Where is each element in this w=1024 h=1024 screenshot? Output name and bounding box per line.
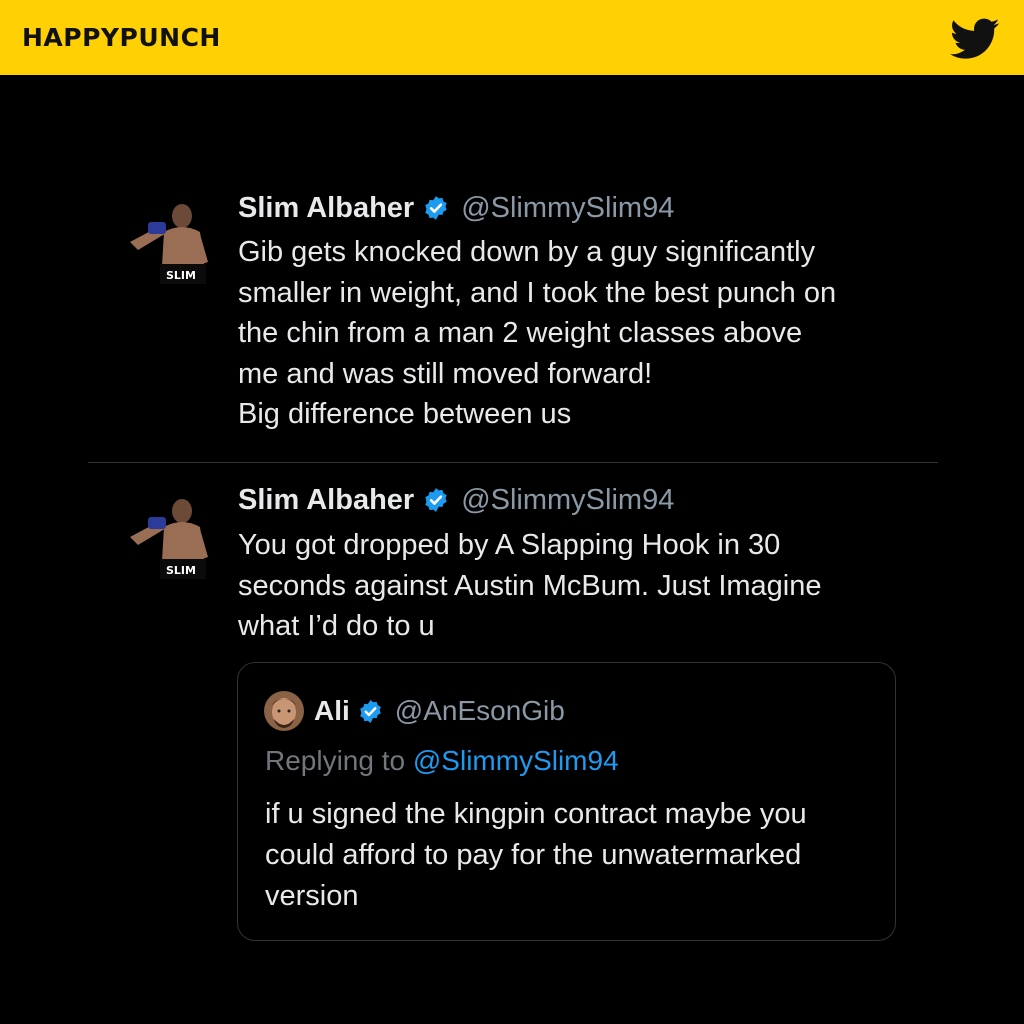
tweet-text: You got dropped by A Slapping Hook in 30… — [238, 525, 918, 647]
tweet-line: You got dropped by A Slapping Hook in 30 — [238, 529, 781, 561]
tweet-text: Gib gets knocked down by a guy significa… — [238, 232, 918, 435]
handle[interactable]: @SlimmySlim94 — [461, 484, 674, 517]
verified-badge-icon — [359, 699, 381, 723]
tweet-line: seconds against Austin McBum. Just Imagi… — [238, 569, 822, 602]
avatar-ali[interactable] — [264, 691, 304, 731]
avatar-slim-1[interactable]: SLIM — [122, 192, 214, 284]
tweet-line: me and was still moved forward! — [238, 357, 653, 390]
quoted-handle[interactable]: @AnEsonGib — [395, 695, 565, 727]
replying-to-link[interactable]: @SlimmySlim94 — [413, 745, 619, 776]
display-name[interactable]: Slim Albaher — [238, 192, 414, 225]
quoted-tweet-card[interactable]: Ali @AnEsonGib Replying to @SlimmySlim94… — [237, 662, 896, 941]
handle[interactable]: @SlimmySlim94 — [461, 192, 674, 225]
quoted-tweet-header: Ali @AnEsonGib — [314, 691, 565, 731]
tweet-line: smaller in weight, and I took the best p… — [238, 276, 837, 309]
quoted-tweet-text: if u signed the kingpin contract maybe y… — [265, 794, 885, 917]
tweet-line: Gib gets knocked down by a guy significa… — [238, 236, 816, 268]
brand-header-bar: HAPPYPUNCH — [0, 0, 1024, 75]
quoted-tweet-line: version — [265, 880, 359, 912]
tweet-line: what I’d do to u — [238, 610, 435, 642]
tweet-line: Big difference between us — [238, 398, 572, 430]
quoted-tweet-line: if u signed the kingpin contract maybe y… — [265, 798, 807, 830]
brand-logo-text: HAPPYPUNCH — [22, 23, 221, 52]
quoted-display-name[interactable]: Ali — [314, 695, 350, 727]
twitter-bird-icon — [950, 18, 1000, 59]
avatar-label: SLIM — [166, 564, 196, 577]
tweet-line: the chin from a man 2 weight classes abo… — [238, 317, 803, 349]
replying-prefix: Replying to — [265, 745, 413, 776]
avatar-label: SLIM — [166, 269, 196, 282]
quoted-tweet-line: could afford to pay for the unwatermarke… — [265, 839, 802, 871]
tweet-header: Slim Albaher @SlimmySlim94 — [238, 188, 674, 228]
verified-badge-icon — [425, 196, 447, 220]
replying-to: Replying to @SlimmySlim94 — [265, 745, 619, 777]
tweet-divider — [88, 462, 938, 463]
page: HAPPYPUNCH SLIM Slim Albaher @SlimmySlim… — [0, 0, 1024, 1024]
display-name[interactable]: Slim Albaher — [238, 484, 414, 517]
verified-badge-icon — [425, 488, 447, 512]
tweet-header: Slim Albaher @SlimmySlim94 — [238, 480, 674, 520]
avatar-slim-2[interactable]: SLIM — [122, 487, 214, 579]
